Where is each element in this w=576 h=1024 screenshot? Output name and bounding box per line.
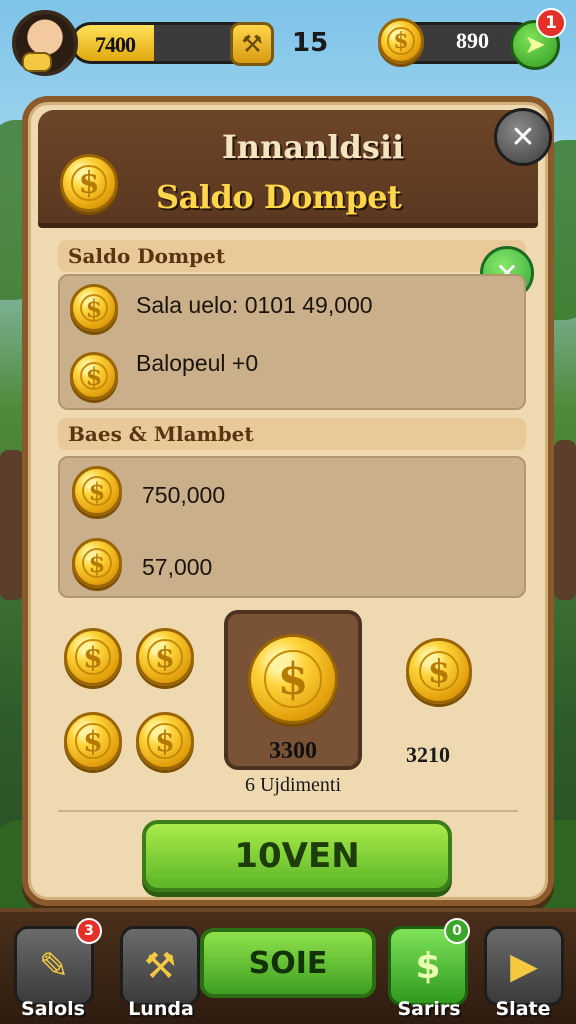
featured-pack-value: 3300: [269, 738, 317, 764]
coin-pack-icon[interactable]: $: [406, 638, 472, 704]
bottom-nav: ✎ 3 Salols ⚒ Lunda SOIE $ 0 Sarirs ▶ Sla…: [0, 908, 576, 1024]
avatar-badge-icon: [22, 52, 52, 72]
level-value: 15: [292, 28, 329, 58]
save-button[interactable]: SOIE: [200, 928, 376, 998]
history-row-2: 57,000: [142, 554, 213, 580]
balance-section-label: Saldo Dompet: [58, 240, 526, 272]
coin-pack-icon[interactable]: $: [64, 712, 122, 770]
coin-icon: $: [70, 284, 118, 332]
nav-sarirs-label: Sarirs: [397, 998, 461, 1020]
coin-pack-icon[interactable]: $: [136, 712, 194, 770]
close-icon: ✕: [510, 119, 536, 155]
divider: [58, 810, 518, 812]
history-section-label: Baes & Mlambet: [58, 418, 526, 450]
top-hud: 7400 ⚒ 15 $ 890 ➤ 1: [0, 0, 576, 90]
featured-pack-caption: 6 Ujdimenti: [244, 774, 342, 796]
large-coin-icon: $: [248, 634, 338, 724]
history-card: [58, 456, 526, 598]
nav-lunda-label: Lunda: [128, 998, 194, 1020]
nav-salols-label: Salols: [21, 998, 85, 1020]
coin-icon: $: [70, 352, 118, 400]
coin-pack-icon[interactable]: $: [136, 628, 194, 686]
dialog-header: Innanldsii $ Saldo Dompet: [38, 110, 538, 228]
featured-coin-pack[interactable]: $ 3300: [224, 610, 362, 770]
balance-row-2: Balopeul +0: [136, 350, 259, 376]
side-pack-value: 3210: [406, 742, 450, 767]
dollar-icon: $: [415, 945, 441, 987]
nav-slate-label: Slate: [495, 998, 551, 1020]
pencil-icon: ✎: [38, 945, 70, 987]
dialog-title: Innanldsii: [221, 128, 405, 166]
coin-icon: $: [72, 538, 122, 588]
coin-icon: $: [378, 18, 424, 64]
coin-balance-value: 890: [456, 28, 489, 53]
close-button[interactable]: ✕: [494, 108, 552, 166]
wallet-dialog: Innanldsii $ Saldo Dompet ✕ Saldo Dompet…: [22, 96, 554, 906]
confirm-button[interactable]: 10VEN: [142, 820, 452, 892]
dialog-subtitle: Saldo Dompet: [156, 178, 402, 216]
xp-value: 7400: [95, 32, 136, 57]
nav-lunda-button[interactable]: ⚒: [120, 926, 200, 1006]
balance-row-1: Sala uelo: 0101 49,000: [136, 292, 373, 318]
hammer-icon[interactable]: ⚒: [230, 22, 274, 66]
nav-badge: 0: [444, 918, 470, 944]
coin-pack-icon[interactable]: $: [64, 628, 122, 686]
header-coin-icon: $: [60, 154, 118, 212]
play-icon: ▶: [510, 945, 538, 987]
history-row-1: 750,000: [142, 482, 226, 508]
coin-icon: $: [72, 466, 122, 516]
nav-badge: 3: [76, 918, 102, 944]
nav-slate-button[interactable]: ▶: [484, 926, 564, 1006]
shop-icon: ⚒: [143, 945, 177, 987]
notification-badge: 1: [536, 8, 566, 38]
